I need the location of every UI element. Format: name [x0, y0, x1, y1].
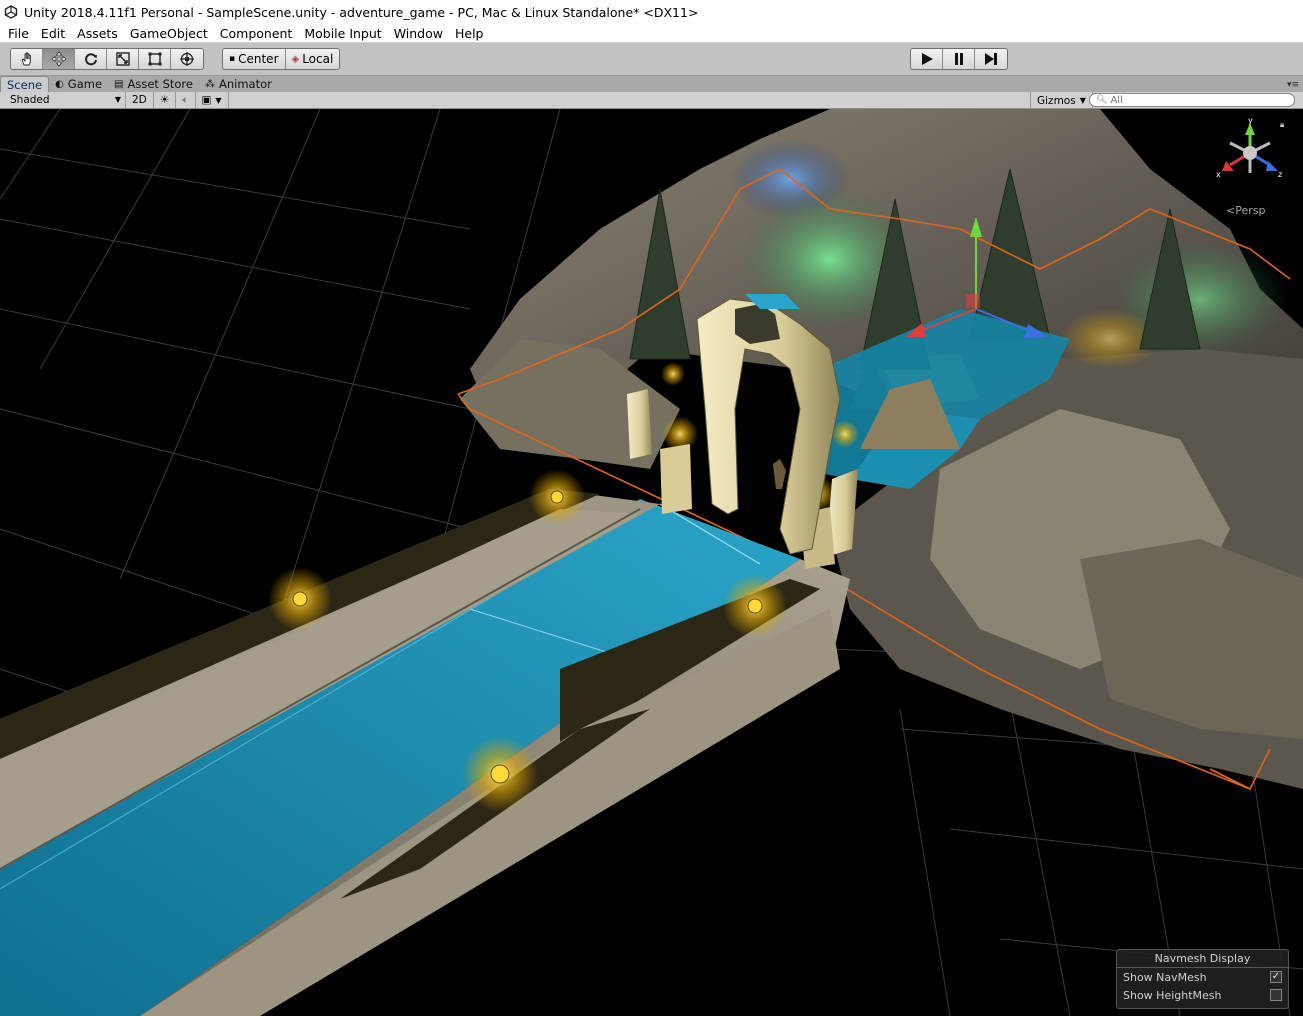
tab-game[interactable]: ◐ Game [49, 76, 108, 92]
dropdown-arrow-icon: ▼ [215, 95, 222, 105]
tab-scene-label: Scene [7, 77, 43, 92]
tab-animator[interactable]: ⁂ Animator [199, 76, 278, 92]
tab-game-label: Game [67, 77, 103, 91]
pivot-local-button[interactable]: ◈ Local [286, 49, 340, 69]
playmode-controls [910, 48, 1008, 70]
rect-icon [148, 52, 161, 66]
menu-bar: File Edit Assets GameObject Component Mo… [0, 24, 1303, 43]
menu-help[interactable]: Help [449, 24, 490, 43]
tab-asset-store-label: Asset Store [127, 77, 194, 91]
pivot-center-button[interactable]: ▪ Center [223, 49, 286, 69]
gizmo-z-label: z [1278, 170, 1282, 179]
effects-dropdown[interactable]: ▣ ▼ [196, 91, 229, 109]
hand-tool-button[interactable] [11, 49, 43, 69]
shading-mode-dropdown[interactable]: Shaded ▼ [0, 91, 126, 109]
scene-render [0, 109, 1303, 1016]
player-character [773, 459, 786, 489]
lighting-toggle-button[interactable]: ☀ [154, 91, 177, 109]
pivot-center-icon: ▪ [229, 54, 236, 64]
projection-toggle[interactable]: <Persp [1226, 204, 1265, 217]
scene-view-toolbar: Shaded ▼ 2D ☀ 🔈︎ ▣ ▼ Gizmos ▼ 🔍︎ [0, 91, 1303, 109]
projection-label: Persp [1235, 204, 1266, 217]
gizmo-y-label: y [1248, 117, 1253, 125]
show-heightmesh-label: Show HeightMesh [1123, 988, 1222, 1002]
animator-icon: ⁂ [205, 78, 215, 90]
menu-gameobject[interactable]: GameObject [124, 24, 214, 43]
search-icon: 🔍︎ [1096, 95, 1108, 105]
menu-window[interactable]: Window [388, 24, 449, 43]
tab-options-menu-icon[interactable]: ▾≡ [1287, 80, 1299, 90]
toggle-2d-label: 2D [132, 94, 147, 106]
rect-tool-button[interactable] [139, 49, 171, 69]
rotate-tool-button[interactable] [75, 49, 107, 69]
tab-scene[interactable]: Scene [0, 76, 50, 92]
toggle-2d-button[interactable]: 2D [126, 91, 154, 109]
transform-icon [180, 52, 194, 66]
gizmos-dropdown[interactable]: Gizmos ▼ [1030, 92, 1093, 109]
move-icon [51, 51, 66, 67]
menu-edit[interactable]: Edit [35, 24, 71, 43]
pause-icon [954, 53, 963, 65]
step-icon [985, 53, 997, 65]
pivot-toggle-group: ▪ Center ◈ Local [222, 48, 341, 70]
gizmo-x-label: x [1216, 170, 1221, 179]
dropdown-arrow-icon: ▼ [1079, 96, 1086, 105]
navmesh-display-panel: Navmesh Display Show NavMesh ✓ Show Heig… [1116, 949, 1289, 1009]
image-icon: ▣ [201, 94, 212, 106]
audio-toggle-button[interactable]: 🔈︎ [176, 91, 196, 109]
pivot-local-icon: ◈ [291, 53, 300, 65]
menu-component[interactable]: Component [214, 24, 299, 43]
rotate-icon [84, 53, 97, 66]
tab-animator-label: Animator [219, 77, 272, 91]
main-toolbar: ▪ Center ◈ Local [0, 43, 1303, 76]
store-icon: ▤ [114, 78, 124, 90]
play-button[interactable] [911, 49, 943, 69]
pivot-center-label: Center [238, 52, 279, 66]
menu-assets[interactable]: Assets [71, 24, 124, 43]
navmesh-display-title: Navmesh Display [1117, 950, 1288, 968]
lock-icon[interactable]: 🔒︎ [1280, 120, 1284, 129]
scene-viewport[interactable]: y x z 🔒︎ <Persp Navmesh Display Show Nav… [0, 109, 1303, 1016]
sun-icon: ☀ [159, 94, 170, 106]
unity-editor-window: Unity 2018.4.11f1 Personal - SampleScene… [0, 0, 1303, 1016]
show-navmesh-checkbox[interactable]: ✓ [1270, 971, 1282, 983]
show-heightmesh-row[interactable]: Show HeightMesh [1117, 986, 1288, 1004]
dropdown-arrow-icon: ▼ [114, 94, 121, 104]
scale-icon [115, 52, 130, 66]
gizmos-label: Gizmos [1037, 94, 1076, 107]
scale-tool-button[interactable] [107, 49, 139, 69]
unity-logo-icon [4, 5, 18, 19]
scene-orientation-gizmo[interactable]: y x z 🔒︎ [1212, 117, 1292, 197]
transform-tools [10, 48, 204, 70]
step-button[interactable] [975, 49, 1007, 69]
editor-tabs: Scene ◐ Game ▤ Asset Store ⁂ Animator ▾≡ [0, 76, 1303, 92]
title-bar: Unity 2018.4.11f1 Personal - SampleScene… [0, 0, 1303, 24]
hierarchy-search-field[interactable]: 🔍︎ [1089, 93, 1295, 107]
play-icon [921, 53, 933, 65]
move-tool-button[interactable] [43, 49, 75, 69]
menu-file[interactable]: File [2, 24, 35, 43]
back-arrow-icon: < [1226, 204, 1236, 217]
transform-tool-button[interactable] [171, 49, 203, 69]
show-heightmesh-checkbox[interactable] [1270, 989, 1282, 1001]
shading-mode-label: Shaded [10, 94, 50, 106]
hand-icon [20, 52, 31, 66]
pause-button[interactable] [943, 49, 975, 69]
menu-mobile-input[interactable]: Mobile Input [298, 24, 387, 43]
window-title: Unity 2018.4.11f1 Personal - SampleScene… [24, 4, 699, 20]
show-navmesh-label: Show NavMesh [1123, 970, 1207, 984]
game-icon: ◐ [55, 78, 64, 90]
pivot-local-label: Local [302, 52, 334, 66]
tab-asset-store[interactable]: ▤ Asset Store [108, 76, 199, 92]
speaker-icon: 🔈︎ [182, 93, 189, 106]
show-navmesh-row[interactable]: Show NavMesh ✓ [1117, 968, 1288, 986]
search-input[interactable] [1110, 94, 1291, 106]
